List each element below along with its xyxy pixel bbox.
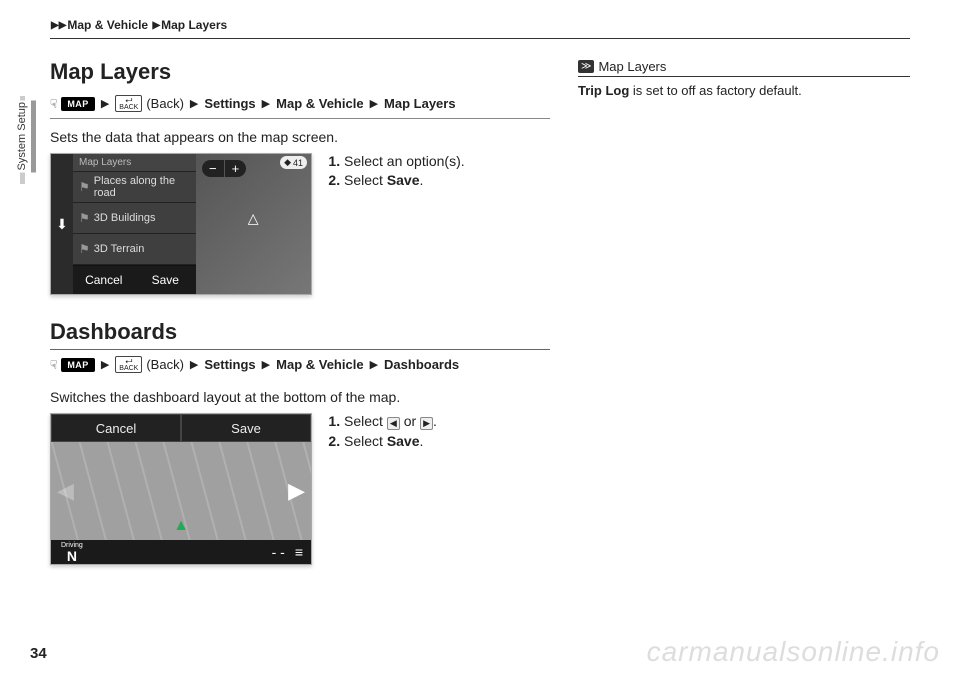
nav-path: ☟ MAP ▶ ⮠BACK (Back) ▶ Settings ▶ Map & … [50, 356, 550, 379]
menu-icon: ≡ [295, 544, 303, 560]
save-button: Save [135, 266, 197, 294]
chevron-icon: ▶ [190, 358, 198, 371]
chevron-icon: ▶ [101, 358, 109, 371]
shield-icon: ◆ [284, 157, 291, 168]
step-2: Select Save. [344, 172, 465, 188]
vehicle-cursor-icon: △ [248, 210, 259, 227]
hand-icon: ☟ [50, 358, 57, 372]
flag-icon: ⚑ [79, 242, 90, 256]
back-button-icon: ⮠BACK [115, 95, 142, 112]
option-3d-terrain: ⚑3D Terrain [73, 234, 196, 265]
screenshot-title: Map Layers [73, 154, 196, 172]
flag-icon: ⚑ [79, 211, 90, 225]
chevron-icon: ▶▶ [51, 20, 66, 31]
path-settings: Settings [204, 96, 255, 111]
step-2: Select Save. [344, 433, 437, 449]
map-preview: −+ ◆41 △ [196, 154, 311, 294]
heading-map-layers: Map Layers [50, 59, 550, 89]
breadcrumb-b: Map Layers [161, 18, 227, 32]
left-arrow-icon: ◀ [57, 478, 74, 504]
dashboard-bar: Driving N - - ≡ [51, 540, 311, 564]
screenshot-dashboards: Cancel Save ◀ ▶ ▲ Driving N [50, 413, 312, 565]
description: Switches the dashboard layout at the bot… [50, 389, 550, 405]
back-button-icon: ⮠BACK [115, 356, 142, 373]
option-3d-buildings: ⚑3D Buildings [73, 203, 196, 234]
notes-column: ≫ Map Layers Trip Log is set to off as f… [578, 59, 910, 589]
back-label: (Back) [146, 357, 184, 372]
right-arrow-box-icon: ▶ [420, 417, 433, 430]
section-tab: System Setup [14, 100, 30, 172]
watermark: carmanualsonline.info [647, 636, 940, 668]
chevron-icon: ▶ [370, 97, 378, 110]
note-header: ≫ Map Layers [578, 59, 910, 77]
path-map-layers: Map Layers [384, 96, 456, 111]
screenshot-map-layers: ⬇ Map Layers ⚑Places along the road ⚑3D … [50, 153, 312, 295]
cancel-button: Cancel [73, 266, 135, 294]
note-title: Map Layers [598, 59, 666, 74]
chevron-icon: ▶ [370, 358, 378, 371]
zoom-out-icon: − [202, 160, 225, 177]
save-button: Save [181, 414, 311, 442]
flag-icon: ⚑ [79, 180, 90, 194]
path-map-vehicle: Map & Vehicle [276, 357, 363, 372]
route-badge: ◆41 [280, 156, 307, 169]
page-number: 34 [30, 645, 47, 662]
path-map-vehicle: Map & Vehicle [276, 96, 363, 111]
map-button-icon: MAP [61, 358, 95, 372]
back-label: (Back) [146, 96, 184, 111]
compass-n: N [67, 549, 77, 563]
scroll-handle: ⬇ [51, 154, 73, 294]
right-arrow-icon: ▶ [288, 478, 305, 504]
path-settings: Settings [204, 357, 255, 372]
zoom-control: −+ [202, 160, 246, 177]
cancel-button: Cancel [51, 414, 181, 442]
zoom-in-icon: + [225, 160, 247, 177]
breadcrumb: ▶▶Map & Vehicle ▶Map Layers [50, 18, 910, 39]
step-1: Select an option(s). [344, 153, 465, 169]
left-arrow-box-icon: ◀ [387, 417, 400, 430]
option-places: ⚑Places along the road [73, 172, 196, 203]
chevron-icon: ▶ [152, 20, 160, 31]
description: Sets the data that appears on the map sc… [50, 129, 550, 145]
steps-list: Select an option(s). Select Save. [326, 153, 465, 191]
heading-dashboards: Dashboards [50, 319, 550, 350]
main-column: Map Layers ☟ MAP ▶ ⮠BACK (Back) ▶ Settin… [50, 59, 550, 589]
manual-page: ▶▶Map & Vehicle ▶Map Layers System Setup… [0, 0, 960, 678]
speed-placeholder: - - [272, 544, 285, 560]
note-icon: ≫ [578, 60, 594, 73]
steps-list: Select ◀ or ▶. Select Save. [326, 413, 437, 452]
chevron-icon: ▶ [262, 97, 270, 110]
map-preview: ◀ ▶ ▲ [51, 442, 311, 540]
hand-icon: ☟ [50, 97, 57, 111]
breadcrumb-a: Map & Vehicle [67, 18, 148, 32]
step-1: Select ◀ or ▶. [344, 413, 437, 430]
chevron-icon: ▶ [190, 97, 198, 110]
chevron-icon: ▶ [101, 97, 109, 110]
vehicle-cursor-icon: ▲ [173, 517, 189, 535]
note-body: Trip Log is set to off as factory defaul… [578, 77, 910, 98]
chevron-icon: ▶ [262, 358, 270, 371]
nav-path: ☟ MAP ▶ ⮠BACK (Back) ▶ Settings ▶ Map & … [50, 95, 550, 119]
path-dashboards: Dashboards [384, 357, 459, 372]
down-arrow-icon: ⬇ [56, 216, 68, 233]
map-button-icon: MAP [61, 97, 95, 111]
